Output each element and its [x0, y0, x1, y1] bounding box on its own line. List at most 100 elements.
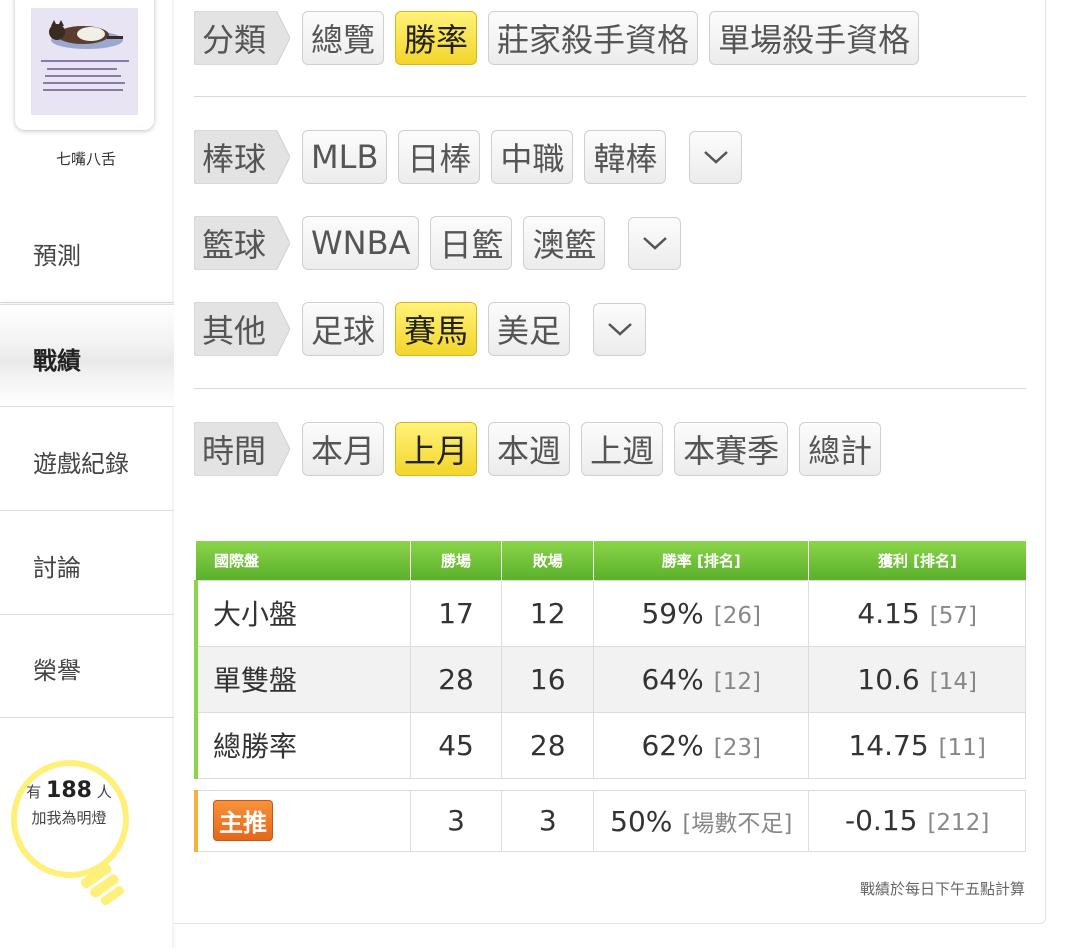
chevron-down-icon	[643, 237, 667, 250]
time-total-button[interactable]: 總計	[799, 422, 882, 476]
winrate-value: 62%	[641, 728, 704, 762]
profit-value: 14.75	[848, 728, 929, 762]
profit-rank: [57]	[929, 602, 977, 629]
profit-rank: [14]	[929, 668, 977, 695]
losses-cell: 3	[501, 789, 595, 852]
column-header: 勝場	[410, 541, 503, 580]
time-filter-row: 時間 本月 上月 本週 上週 本賽季 總計	[194, 421, 892, 477]
table-row: 單雙盤 28 16 64% [12] 10.6 [14]	[193, 645, 1026, 713]
chevron-down-icon	[704, 151, 728, 164]
other-horse-racing-button[interactable]: 賽馬	[395, 302, 478, 356]
baseball-npb-button[interactable]: 日棒	[398, 130, 481, 184]
baseball-kbo-button[interactable]: 韓棒	[584, 130, 667, 184]
category-overview-button[interactable]: 總覽	[302, 11, 385, 65]
tag-label: 其他	[202, 312, 267, 350]
table-row: 大小盤 17 12 59% [26] 4.15 [57]	[193, 579, 1026, 647]
avatar-text-line	[45, 75, 121, 77]
row-label: 大小盤	[193, 579, 411, 647]
winrate-cell: 50% [場數不足]	[593, 789, 810, 852]
baseball-tag: 棒球	[194, 130, 291, 184]
nav-item-record[interactable]: 戰績	[0, 304, 174, 407]
time-last-week-button[interactable]: 上週	[581, 422, 664, 476]
winrate-rank: [23]	[713, 734, 761, 761]
winrate-cell: 64% [12]	[593, 645, 810, 713]
time-last-month-button[interactable]: 上月	[395, 422, 478, 476]
losses-cell: 12	[501, 579, 595, 647]
table-spacer	[196, 778, 1026, 790]
baseball-filter-row: 棒球 MLB 日棒 中職 韓棒	[194, 129, 743, 185]
column-header: 勝率 [排名]	[593, 541, 810, 580]
avatar-text-line	[41, 60, 129, 62]
basketball-australia-button[interactable]: 澳籃	[523, 216, 606, 270]
main-panel: 分類 總覽 勝率 莊家殺手資格 單場殺手資格 棒球 MLB 日棒 中職 韓棒 籃…	[174, 0, 1046, 924]
basketball-more-dropdown[interactable]	[628, 216, 682, 270]
baseball-cpbl-button[interactable]: 中職	[491, 130, 574, 184]
losses-cell: 28	[501, 711, 595, 779]
baseball-more-dropdown[interactable]	[689, 130, 743, 184]
fan-caption: 加我為明燈	[31, 809, 107, 827]
avatar-text-line	[43, 82, 125, 84]
profit-cell: 14.75 [11]	[808, 711, 1026, 779]
column-header: 敗場	[501, 541, 595, 580]
main-pick-badge: 主推	[213, 800, 273, 841]
other-filter-row: 其他 足球 賽馬 美足	[194, 301, 647, 357]
avatar-card[interactable]	[15, 0, 154, 130]
nav-item-predict[interactable]: 預測	[0, 200, 174, 303]
basketball-tag: 籃球	[194, 216, 291, 270]
profit-value: 10.6	[857, 662, 920, 696]
baseball-mlb-button[interactable]: MLB	[302, 130, 388, 184]
table-header-row: 國際盤 勝場 敗場 勝率 [排名] 獲利 [排名]	[196, 541, 1026, 580]
other-soccer-button[interactable]: 足球	[302, 302, 385, 356]
fan-count[interactable]: 有 188 人 加我為明燈	[10, 778, 128, 831]
profit-value: -0.15	[845, 804, 918, 837]
other-american-football-button[interactable]: 美足	[488, 302, 571, 356]
profit-rank: [212]	[927, 810, 990, 836]
category-bookie-killer-button[interactable]: 莊家殺手資格	[488, 11, 699, 65]
tag-label: 籃球	[202, 226, 267, 264]
wins-cell: 3	[409, 789, 503, 852]
nav-item-label: 預測	[33, 242, 81, 270]
category-single-killer-button[interactable]: 單場殺手資格	[709, 11, 920, 65]
username[interactable]: 七嘴八舌	[0, 148, 172, 169]
nav-item-label: 戰績	[33, 347, 81, 375]
winrate-value: 50%	[610, 804, 673, 838]
other-more-dropdown[interactable]	[593, 302, 647, 356]
basketball-wnba-button[interactable]: WNBA	[302, 216, 420, 270]
divider	[194, 388, 1026, 389]
fan-count-line: 有 188 人	[10, 778, 128, 805]
nav-item-honor[interactable]: 榮譽	[0, 615, 174, 718]
column-header: 獲利 [排名]	[808, 541, 1026, 580]
profit-cell: 4.15 [57]	[808, 579, 1026, 647]
basketball-japan-button[interactable]: 日籃	[430, 216, 513, 270]
other-tag: 其他	[194, 302, 291, 356]
category-tag: 分類	[194, 11, 291, 65]
table-row: 總勝率 45 28 62% [23] 14.75 [11]	[193, 711, 1026, 779]
tag-label: 棒球	[202, 140, 267, 178]
time-tag: 時間	[194, 422, 291, 476]
wins-cell: 45	[409, 711, 503, 779]
winrate-cell: 59% [26]	[593, 579, 810, 647]
row-label: 總勝率	[193, 711, 411, 779]
time-this-month-button[interactable]: 本月	[302, 422, 385, 476]
winrate-rank: [12]	[713, 668, 761, 695]
category-winrate-button[interactable]: 勝率	[395, 11, 478, 65]
wins-cell: 17	[409, 579, 503, 647]
spacer-cell	[196, 778, 1026, 790]
fan-number: 188	[46, 778, 92, 803]
tag-label: 分類	[202, 21, 267, 59]
winrate-value: 64%	[641, 662, 704, 696]
cat-avatar-image	[49, 20, 123, 49]
profit-cell: 10.6 [14]	[808, 645, 1026, 713]
calculation-note: 戰績於每日下午五點計算	[859, 880, 1025, 898]
nav-item-label: 遊戲紀錄	[33, 450, 129, 478]
time-this-week-button[interactable]: 本週	[488, 422, 571, 476]
nav-item-discussion[interactable]: 討論	[0, 512, 174, 615]
divider	[194, 96, 1026, 97]
nav-item-label: 榮譽	[33, 657, 81, 685]
avatar[interactable]	[31, 8, 138, 115]
sidebar: 七嘴八舌 預測 戰績 遊戲紀錄 討論 榮譽 有 188 人 加我為明燈	[0, 0, 176, 948]
winrate-cell: 62% [23]	[593, 711, 810, 779]
time-season-button[interactable]: 本賽季	[674, 422, 789, 476]
stats-table: 國際盤 勝場 敗場 勝率 [排名] 獲利 [排名] 大小盤 17 12 59% […	[193, 541, 1026, 852]
nav-item-game-log[interactable]: 遊戲紀錄	[0, 408, 174, 511]
